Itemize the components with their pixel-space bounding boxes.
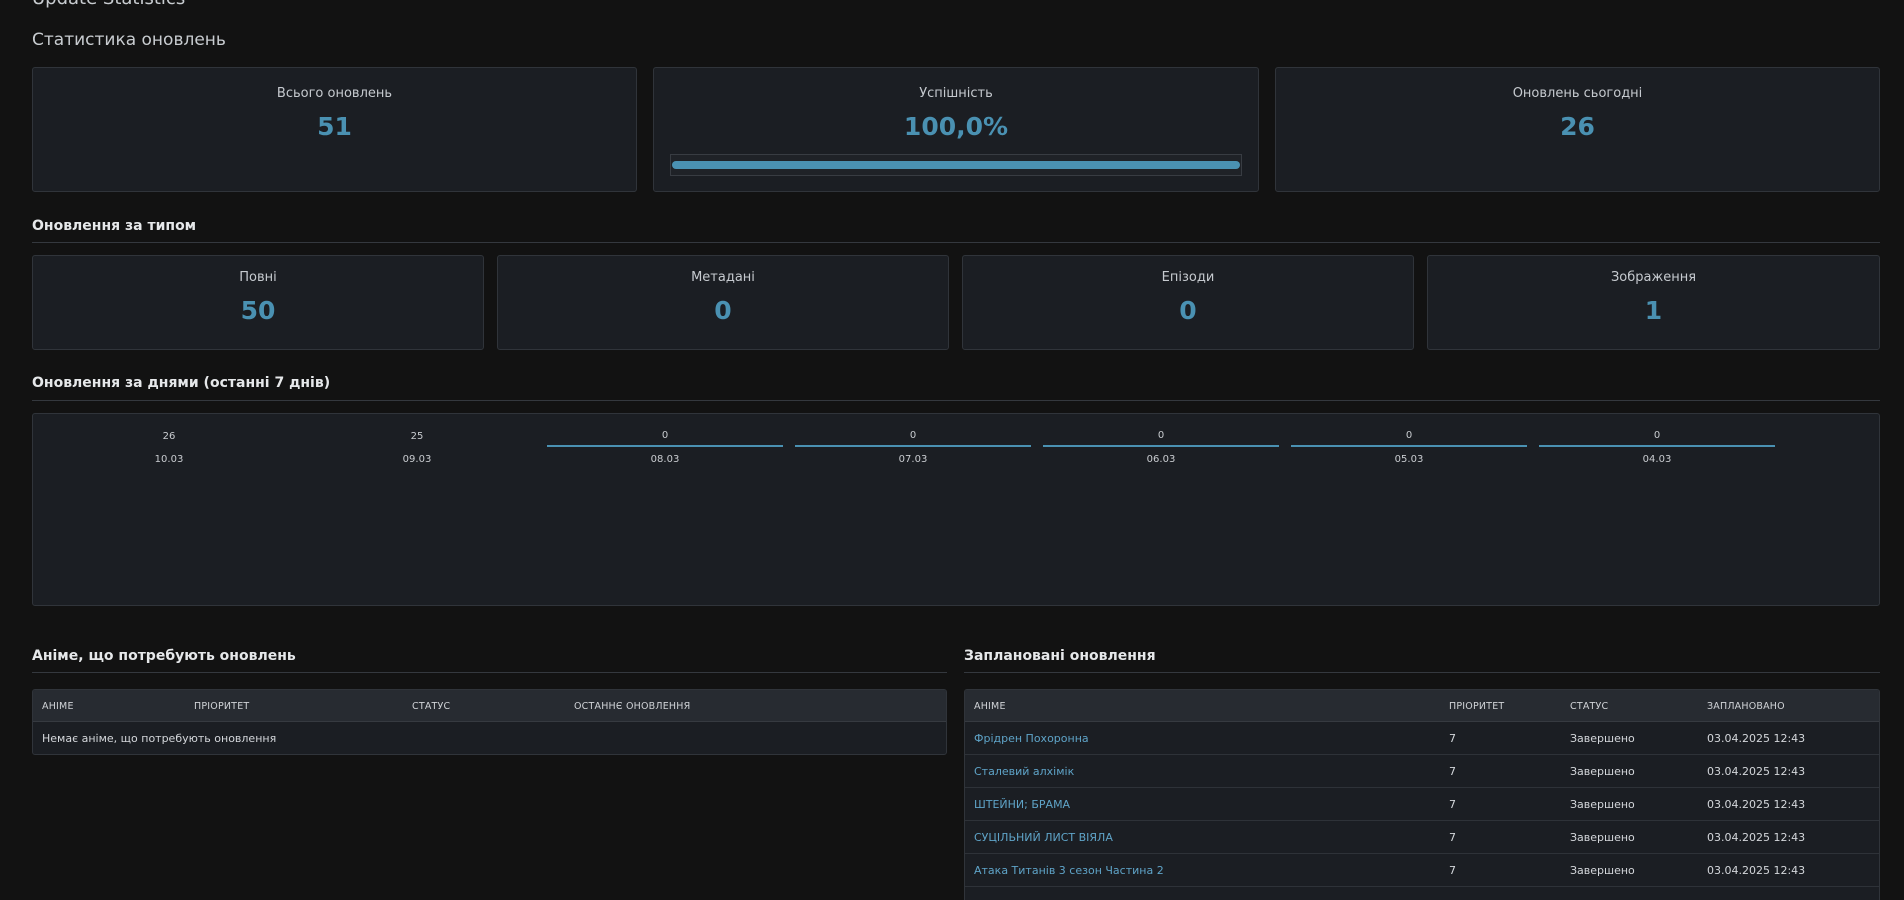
success-progress-fill xyxy=(672,161,1240,169)
updates-by-day-chart: 26 10.03 25 09.03 0 08.03 0 07.03 0 06.03 0 05.03 0 0… xyxy=(32,413,1880,606)
scheduled-divider xyxy=(964,672,1880,673)
bar-category-label: 09.03 xyxy=(403,454,432,465)
empty-message: Немає аніме, що потребують оновлення xyxy=(42,732,277,745)
bar-zero-08.03 xyxy=(547,445,783,447)
bar-category-label: 07.03 xyxy=(899,454,928,465)
scheduled-table-header: АНІМЕ ПРІОРИТЕТ СТАТУС ЗАПЛАНОВАНО xyxy=(965,690,1879,722)
success-rate-label: Успішність xyxy=(919,86,993,101)
needs-update-table: АНІМЕ ПРІОРИТЕТ СТАТУС ОСТАННЄ ОНОВЛЕННЯ… xyxy=(32,689,947,755)
by-type-title: Оновлення за типом xyxy=(32,218,197,234)
type-card-images-label: Зображення xyxy=(1610,270,1697,285)
anime-link[interactable]: Атака Титанів 3 сезон Частина 2 xyxy=(974,864,1164,877)
table-row: Немає аніме, що потребують оновлення xyxy=(33,722,946,754)
scheduled-title: Заплановані оновлення xyxy=(964,648,1156,664)
by-type-divider xyxy=(32,242,1880,243)
bar-value-label: 0 xyxy=(1654,430,1660,441)
updates-today-value: 26 xyxy=(1560,112,1595,141)
scheduled-cell: 03.04.2025 12:43 xyxy=(1707,765,1806,778)
status-cell: Завершено xyxy=(1570,864,1635,877)
scheduled-cell: 03.04.2025 12:43 xyxy=(1707,798,1806,811)
type-card-episodes-label: Епізоди xyxy=(1161,270,1215,285)
updates-today-label: Оновлень сьогодні xyxy=(1512,86,1643,101)
bar-value-label: 0 xyxy=(662,430,668,441)
anime-link[interactable]: СУЦІЛЬНИЙ ЛИСТ ВІЯЛА xyxy=(974,831,1113,844)
bar-value-label: 0 xyxy=(1158,430,1164,441)
needs-update-table-header: АНІМЕ ПРІОРИТЕТ СТАТУС ОСТАННЄ ОНОВЛЕННЯ xyxy=(33,690,946,722)
needs-update-divider xyxy=(32,672,947,673)
col-status[interactable]: СТАТУС xyxy=(412,701,450,712)
total-updates-card: Всього оновлень 51 xyxy=(32,67,637,192)
anime-link[interactable]: Сталевий алхімік xyxy=(974,765,1074,778)
col-anime[interactable]: АНІМЕ xyxy=(974,701,1006,712)
by-day-title: Оновлення за днями (останні 7 днів) xyxy=(32,375,331,391)
total-updates-label: Всього оновлень xyxy=(276,86,393,101)
needs-update-title: Аніме, що потребують оновлень xyxy=(32,648,296,664)
col-priority[interactable]: ПРІОРИТЕТ xyxy=(194,701,249,712)
bar-zero-07.03 xyxy=(795,445,1031,447)
bar-value-label: 25 xyxy=(411,431,424,442)
table-row: Фрідрен Похоронна 7 Завершено 03.04.2025… xyxy=(965,722,1879,755)
scheduled-cell: 03.04.2025 12:43 xyxy=(1707,864,1806,877)
type-card-metadata: Метадані 0 xyxy=(497,255,949,350)
anime-link[interactable]: Фрідрен Похоронна xyxy=(974,732,1089,745)
updates-by-day-svg: 26 10.03 25 09.03 0 08.03 0 07.03 0 06.03 0 05.03 0 0… xyxy=(155,430,1775,465)
success-rate-card: Успішність 100,0% xyxy=(653,67,1259,192)
bar-category-label: 06.03 xyxy=(1147,454,1176,465)
type-card-metadata-label: Метадані xyxy=(691,270,755,285)
priority-cell: 7 xyxy=(1449,831,1456,844)
page-title: Update Statistics xyxy=(32,0,185,9)
bar-zero-06.03 xyxy=(1043,445,1279,447)
status-cell: Завершено xyxy=(1570,732,1635,745)
status-cell: Завершено xyxy=(1570,831,1635,844)
total-updates-value: 51 xyxy=(317,112,352,141)
col-last-update[interactable]: ОСТАННЄ ОНОВЛЕННЯ xyxy=(574,701,690,712)
status-cell: Завершено xyxy=(1570,765,1635,778)
priority-cell: 7 xyxy=(1449,765,1456,778)
success-rate-value: 100,0% xyxy=(903,112,1009,141)
col-priority[interactable]: ПРІОРИТЕТ xyxy=(1449,701,1504,712)
priority-cell: 7 xyxy=(1449,864,1456,877)
update-statistics-page: Update Statistics Статистика оновлень Вс… xyxy=(0,0,1904,900)
scheduled-cell: 03.04.2025 12:43 xyxy=(1707,831,1806,844)
table-row: ШТЕЙНИ; БРАМА 7 Завершено 03.04.2025 12:… xyxy=(965,788,1879,821)
type-card-episodes-value: 0 xyxy=(1179,296,1197,325)
bar-category-label: 05.03 xyxy=(1395,454,1424,465)
type-card-metadata-value: 0 xyxy=(714,296,732,325)
table-row: Сталевий алхімік 7 Завершено 03.04.2025 … xyxy=(965,755,1879,788)
success-progress-bar xyxy=(670,154,1242,176)
type-card-images-value: 1 xyxy=(1644,296,1663,325)
bar-category-label: 08.03 xyxy=(651,454,680,465)
bar-category-label: 04.03 xyxy=(1643,454,1672,465)
bar-value-label: 0 xyxy=(910,430,916,441)
type-card-full-value: 50 xyxy=(240,296,276,325)
updates-today-card: Оновлень сьогодні 26 xyxy=(1275,67,1880,192)
status-cell: Завершено xyxy=(1570,798,1635,811)
anime-link[interactable]: ШТЕЙНИ; БРАМА xyxy=(974,798,1070,811)
col-anime[interactable]: АНІМЕ xyxy=(42,701,74,712)
type-card-full: Повні 50 xyxy=(32,255,484,350)
scheduled-cell: 03.04.2025 12:43 xyxy=(1707,732,1806,745)
bar-value-label: 26 xyxy=(163,431,176,442)
bar-zero-05.03 xyxy=(1291,445,1527,447)
scheduled-table: АНІМЕ ПРІОРИТЕТ СТАТУС ЗАПЛАНОВАНО Фрідр… xyxy=(964,689,1880,900)
table-row: СУЦІЛЬНИЙ ЛИСТ ВІЯЛА 7 Завершено 03.04.2… xyxy=(965,821,1879,854)
col-status[interactable]: СТАТУС xyxy=(1570,701,1608,712)
table-row: Атака Титанів 3 сезон Частина 2 7 Заверш… xyxy=(965,854,1879,887)
priority-cell: 7 xyxy=(1449,732,1456,745)
type-card-episodes: Епізоди 0 xyxy=(962,255,1414,350)
type-card-full-label: Повні xyxy=(239,270,277,285)
bar-category-label: 10.03 xyxy=(155,454,184,465)
bar-value-label: 0 xyxy=(1406,430,1412,441)
table-row xyxy=(965,887,1879,900)
col-scheduled[interactable]: ЗАПЛАНОВАНО xyxy=(1707,701,1785,712)
type-card-images: Зображення 1 xyxy=(1427,255,1880,350)
page-subtitle: Статистика оновлень xyxy=(32,30,226,50)
bar-zero-04.03 xyxy=(1539,445,1775,447)
priority-cell: 7 xyxy=(1449,798,1456,811)
by-day-divider xyxy=(32,400,1880,401)
